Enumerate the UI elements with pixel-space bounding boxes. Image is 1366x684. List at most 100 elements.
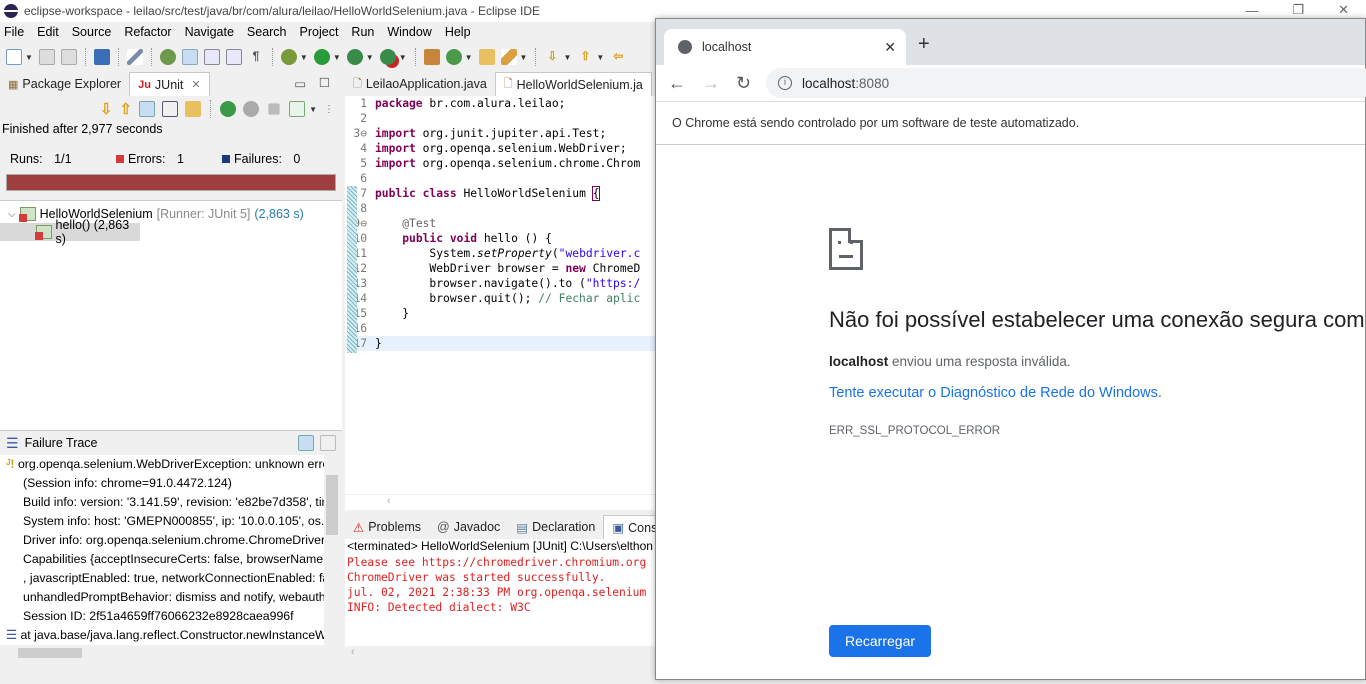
menu-help[interactable]: Help xyxy=(445,25,471,39)
show-skipped-icon[interactable] xyxy=(162,101,179,117)
next-annotation-icon[interactable] xyxy=(203,49,220,65)
menu-source[interactable]: Source xyxy=(72,25,112,39)
dropdown-arrow-icon[interactable]: ▼ xyxy=(25,53,33,62)
vertical-scrollbar[interactable] xyxy=(324,455,340,645)
code-line[interactable]: 9⊖ @Test xyxy=(345,216,657,231)
open-folder-icon[interactable] xyxy=(478,49,495,65)
previous-failure-icon[interactable]: ⇧ xyxy=(120,100,133,118)
dropdown-arrow-icon[interactable]: ▼ xyxy=(399,53,407,62)
trace-line[interactable]: , javascriptEnabled: true, networkConnec… xyxy=(0,569,325,588)
menu-search[interactable]: Search xyxy=(247,25,287,39)
back-arrow-icon[interactable]: ← xyxy=(668,73,686,94)
dropdown-arrow-icon[interactable]: ▼ xyxy=(333,53,341,62)
code-line[interactable]: 3⊖ import org.junit.jupiter.api.Test; xyxy=(345,126,657,141)
code-line[interactable]: 13 browser.navigate().to ("https:/ xyxy=(345,276,657,291)
code-line[interactable]: 6 xyxy=(345,171,657,186)
trace-line[interactable]: unhandledPromptBehavior: dismiss and not… xyxy=(0,588,325,607)
code-line[interactable]: 15 } xyxy=(345,306,657,321)
menu-project[interactable]: Project xyxy=(300,25,339,39)
code-line[interactable]: 17} xyxy=(345,336,657,351)
trace-line[interactable]: Capabilities {acceptInsecureCerts: false… xyxy=(0,550,325,569)
scroll-thumb[interactable] xyxy=(18,648,82,658)
dropdown-arrow-icon[interactable]: ▼ xyxy=(465,53,473,62)
maximize-icon[interactable]: ☐ xyxy=(319,75,330,90)
minimize-window-icon[interactable]: — xyxy=(1245,3,1258,18)
next-failure-icon[interactable]: ⇩ xyxy=(100,100,113,118)
toggle-mark-occurrences-icon[interactable] xyxy=(181,49,198,65)
tab-hello-world-selenium[interactable]: 🗋 HelloWorldSelenium.ja xyxy=(494,72,652,96)
new-package-icon[interactable] xyxy=(423,49,440,65)
code-line[interactable]: 4 import org.openqa.selenium.WebDriver; xyxy=(345,141,657,156)
tab-declaration[interactable]: ▤ Declaration xyxy=(508,515,603,539)
chevron-down-icon[interactable]: ⌵ xyxy=(8,209,16,220)
trace-line[interactable]: ☰ at java.base/java.lang.reflect.Constru… xyxy=(0,626,325,645)
close-window-icon[interactable]: ✕ xyxy=(1338,2,1349,18)
run-icon[interactable] xyxy=(313,49,330,65)
tab-junit[interactable]: Ju JUnit ✕ xyxy=(129,72,210,96)
compare-icon[interactable] xyxy=(276,435,292,451)
address-bar[interactable]: i localhost:8080 xyxy=(766,68,1366,98)
url-text[interactable]: localhost:8080 xyxy=(802,76,889,91)
block-selection-icon[interactable] xyxy=(225,49,242,65)
new-icon[interactable] xyxy=(6,49,22,65)
restore-window-icon[interactable]: ❐ xyxy=(1292,2,1304,18)
code-line[interactable]: 8 xyxy=(345,201,657,216)
code-line[interactable]: 14 browser.quit(); // Fechar aplic xyxy=(345,291,657,306)
dropdown-arrow-icon[interactable]: ▼ xyxy=(596,53,604,62)
horizontal-scrollbar[interactable] xyxy=(0,645,325,661)
show-whitespace-icon[interactable]: ¶ xyxy=(248,49,264,65)
tab-package-explorer[interactable]: ▦ Package Explorer xyxy=(0,72,129,96)
new-class-icon[interactable] xyxy=(445,49,462,65)
code-line[interactable]: 7 public class HelloWorldSelenium { xyxy=(345,186,657,201)
network-diagnostics-link[interactable]: Tente executar o Diagnóstico de Rede do … xyxy=(829,385,1162,401)
menu-run[interactable]: Run xyxy=(351,25,374,39)
minimize-icon[interactable]: ▭ xyxy=(294,76,306,91)
skip-breakpoints-icon[interactable] xyxy=(126,49,143,65)
debug-icon[interactable] xyxy=(280,49,297,65)
tree-item-class[interactable]: ⌵ HelloWorldSelenium [Runner: JUnit 5] (… xyxy=(0,205,342,223)
code-line[interactable]: 2 xyxy=(345,111,657,126)
code-area[interactable]: 1 package br.com.alura.leilao; 2 3⊖ import o… xyxy=(345,96,657,496)
menu-file[interactable]: File xyxy=(4,25,24,39)
save-all-icon[interactable] xyxy=(60,49,77,65)
code-line[interactable]: 1 package br.com.alura.leilao; xyxy=(345,96,657,111)
copy-trace-icon[interactable] xyxy=(320,435,336,451)
editor-horizontal-scrollbar[interactable]: ‹ xyxy=(345,494,657,510)
chrome-tab[interactable]: localhost ✕ xyxy=(664,29,906,65)
dropdown-arrow-icon[interactable]: ▼ xyxy=(300,53,308,62)
filter-stack-icon[interactable] xyxy=(298,435,314,451)
console-horizontal-scrollbar[interactable]: ‹ xyxy=(345,646,657,662)
menu-edit[interactable]: Edit xyxy=(37,25,59,39)
prev-edit-icon[interactable]: ⇧ xyxy=(577,49,593,65)
trace-line[interactable]: Session ID: 2f51a4659ff76066232e8928caea… xyxy=(0,607,325,626)
info-icon[interactable]: i xyxy=(778,76,792,90)
run-external-tool-icon[interactable] xyxy=(379,49,396,65)
terminal-icon[interactable] xyxy=(93,49,110,65)
tree-item-method[interactable]: hello() (2,863 s) xyxy=(0,218,140,246)
stop-icon[interactable] xyxy=(268,103,280,115)
rerun-icon[interactable] xyxy=(220,101,237,117)
trace-line[interactable]: System info: host: 'GMEPN000855', ip: '1… xyxy=(0,512,325,531)
trace-line[interactable]: ᴶ! org.openqa.selenium.WebDriverExceptio… xyxy=(0,455,325,474)
dropdown-arrow-icon[interactable]: ▼ xyxy=(309,105,317,114)
code-line[interactable]: 11 System.setProperty("webdriver.c xyxy=(345,246,657,261)
trace-line[interactable]: (Session info: chrome=91.0.4472.124) xyxy=(0,474,325,493)
dropdown-arrow-icon[interactable]: ▼ xyxy=(563,53,571,62)
scroll-lock-icon[interactable] xyxy=(185,101,202,117)
forward-arrow-icon[interactable]: → xyxy=(702,73,720,94)
save-icon[interactable] xyxy=(38,49,55,65)
close-icon[interactable]: ✕ xyxy=(191,78,200,91)
new-tab-icon[interactable]: + xyxy=(918,33,930,56)
coverage-icon[interactable] xyxy=(346,49,363,65)
dropdown-arrow-icon[interactable]: ▼ xyxy=(520,53,528,62)
trace-line[interactable]: Build info: version: '3.141.59', revisio… xyxy=(0,493,325,512)
menu-refactor[interactable]: Refactor xyxy=(124,25,171,39)
tab-leilao-application[interactable]: 🗋 LeilaoApplication.java xyxy=(345,72,495,96)
reload-icon[interactable]: ↻ xyxy=(736,73,751,94)
rerun-failed-icon[interactable] xyxy=(243,101,260,117)
next-edit-icon[interactable]: ⇩ xyxy=(544,49,560,65)
menu-navigate[interactable]: Navigate xyxy=(185,25,234,39)
tab-javadoc[interactable]: @ Javadoc xyxy=(429,515,508,539)
show-failures-only-icon[interactable] xyxy=(139,101,156,117)
scroll-thumb[interactable] xyxy=(326,475,338,535)
